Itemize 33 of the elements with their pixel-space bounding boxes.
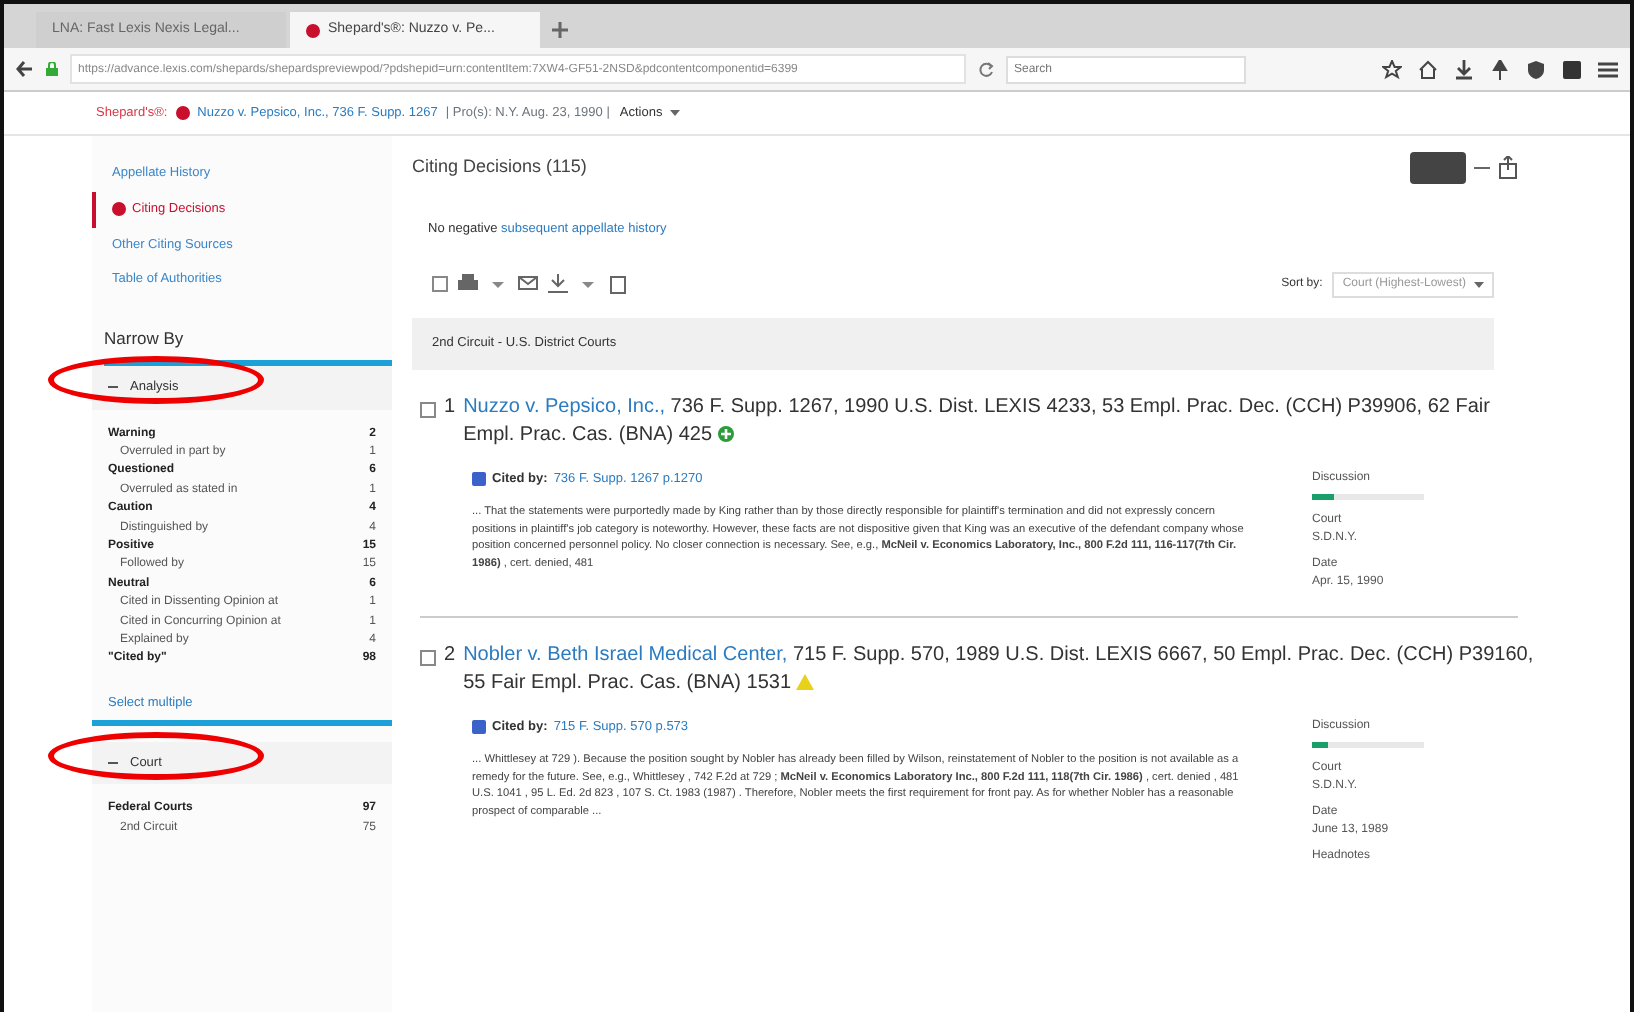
result-citation: Nuzzo v. Pepsico, Inc., 736 F. Supp. 1267, 1990 U.S. Dist. LEXIS 4233, 53 Empl. Prac. Dec. (CCH) P39906, 62 Fair Empl. Prac. Cas. (BNA) 425 <box>463 393 1492 449</box>
plus-circle-icon <box>717 425 734 441</box>
status-dot <box>175 106 190 120</box>
reload-icon[interactable] <box>978 61 994 77</box>
lock-icon <box>46 62 58 76</box>
email-icon[interactable] <box>518 274 538 295</box>
download-icon[interactable] <box>1454 59 1474 79</box>
new-tab-icon[interactable] <box>552 22 568 38</box>
page-title: Citing Decisions (115) <box>412 154 587 181</box>
warning-triangle-icon <box>796 673 815 689</box>
view-toggle-button[interactable] <box>1410 152 1466 184</box>
star-icon[interactable] <box>1382 59 1402 79</box>
caret-icon <box>1474 281 1484 288</box>
home-icon[interactable] <box>1418 59 1438 79</box>
result-checkbox[interactable] <box>420 401 436 417</box>
result-number: 1 <box>444 393 456 421</box>
print-icon[interactable] <box>458 274 478 295</box>
result-number: 2 <box>444 641 456 669</box>
shield-icon[interactable] <box>1526 59 1546 79</box>
dash-icon[interactable] <box>1474 166 1490 170</box>
select-all-checkbox[interactable] <box>432 276 448 293</box>
back-icon[interactable] <box>16 60 34 78</box>
menu-icon[interactable] <box>1598 59 1618 79</box>
share-icon[interactable] <box>1498 156 1518 180</box>
case-link[interactable]: Nobler v. Beth Israel Medical Center, <box>463 643 788 665</box>
case-link[interactable]: Nuzzo v. Pepsico, Inc., <box>463 395 666 417</box>
minus-icon <box>108 382 118 393</box>
download-icon[interactable] <box>548 274 568 295</box>
caret-icon <box>670 110 681 116</box>
result-citation: Nobler v. Beth Israel Medical Center, 715 F. Supp. 570, 1989 U.S. Dist. LEXIS 6667, 50 Empl. Prac. Dec. (CCH) P39160, 55 Fair Empl. Prac. Cas. (BNA) 1531 <box>463 641 1534 697</box>
result-checkbox[interactable] <box>420 649 436 665</box>
minus-icon <box>108 757 118 768</box>
copy-icon[interactable] <box>608 274 628 295</box>
